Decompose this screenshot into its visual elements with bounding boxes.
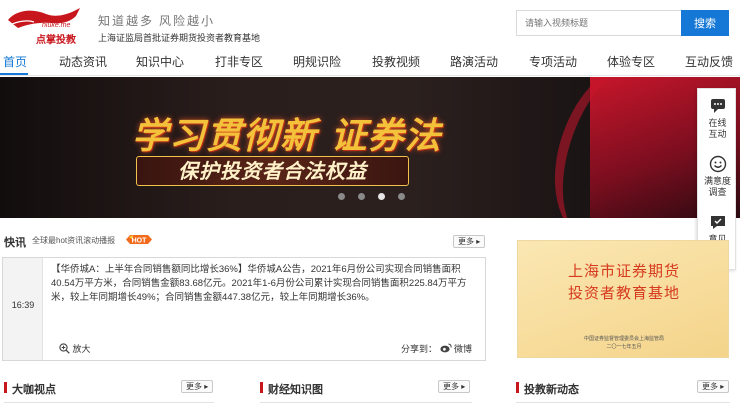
logo-brand-name: 点掌投教: [36, 35, 76, 46]
share-weibo-button[interactable]: 微博: [439, 343, 473, 354]
hot-badge-icon: HOT: [126, 235, 152, 244]
carousel-dot-2[interactable]: [358, 193, 365, 200]
weibo-icon: [439, 343, 452, 353]
smiley-icon: [709, 155, 726, 173]
news-zoom-label: 放大: [72, 344, 91, 354]
main-nav: 首页 动态资讯 知识中心 打非专区 明规识险 投教视频 路演活动 专项活动 体验…: [0, 48, 740, 76]
logo-site-text: niuke.me: [42, 22, 71, 29]
feedback-icon: [710, 216, 725, 229]
site-logo[interactable]: niuke.me 点掌投教: [6, 6, 84, 46]
flash-more-button[interactable]: 更多 ▸: [453, 235, 486, 248]
section-divider: [516, 402, 730, 403]
news-time-column: 16:39: [3, 258, 43, 360]
flash-news-desc: 全球最hot资讯滚动播报: [32, 236, 116, 245]
banner-title: 学习贯彻新 证券法: [132, 116, 442, 157]
section-more-label: 更多: [443, 382, 459, 391]
banner-subtitle: 保护投资者合法权益: [136, 156, 409, 186]
base-card-title: 上海市证券期货 投资者教育基地: [518, 261, 730, 305]
hero-banner[interactable]: 学习贯彻新 证券法 保护投资者合法权益: [0, 77, 740, 218]
nav-item-experience[interactable]: 体验专区: [607, 53, 655, 70]
section-more-label: 更多: [186, 382, 202, 391]
news-share: 分享到： 微博: [401, 342, 472, 355]
base-card-line1: 上海市证券期货: [567, 264, 680, 280]
section-divider: [260, 402, 472, 403]
flash-more-label: 更多: [458, 237, 474, 246]
nav-item-anti-fraud[interactable]: 打非专区: [215, 53, 263, 70]
nav-item-videos[interactable]: 投教视频: [372, 53, 420, 70]
section-marker: [4, 382, 7, 393]
zoom-in-icon: [59, 343, 70, 354]
news-zoom-button[interactable]: 放大: [59, 342, 91, 355]
news-time: 16:39: [11, 300, 35, 310]
side-item-survey-line1: 满意度: [703, 176, 731, 186]
section-title-expert-views: 大咖视点: [12, 384, 56, 396]
more-arrow-icon: ▸: [474, 237, 481, 246]
share-weibo-label: 微博: [454, 344, 473, 354]
nav-item-risk[interactable]: 明规识险: [293, 53, 341, 70]
side-item-online-chat-line2: 互动: [708, 129, 727, 139]
nav-item-special[interactable]: 专项活动: [529, 53, 577, 70]
carousel-dot-3[interactable]: [378, 193, 385, 200]
base-card-date: 二〇一七年五月: [606, 344, 642, 350]
section-more-label: 更多: [702, 382, 718, 391]
more-arrow-icon: ▸: [459, 382, 466, 391]
search-button[interactable]: 搜索: [681, 10, 729, 36]
section-more-button-expert-views[interactable]: 更多 ▸: [181, 380, 214, 393]
news-text: 【华侨城A：上半年合同销售额同比增长36%】华侨城A公告，2021年6月份公司实…: [51, 264, 467, 303]
section-title-finance-charts: 财经知识图: [268, 384, 323, 396]
section-title-edu-news: 投教新动态: [524, 384, 579, 396]
base-card-line2: 投资者教育基地: [567, 286, 680, 302]
side-item-online-chat-line1: 在线: [708, 118, 727, 128]
share-label: 分享到：: [401, 344, 438, 354]
site-slogan: 知道越多 风险越小: [98, 14, 216, 28]
education-base-card[interactable]: 上海市证券期货 投资者教育基地 中国证券监督管理委员会上海监管局 二〇一七年五月: [517, 240, 729, 358]
site-subtitle: 上海证监局首批证券期货投资者教育基地: [98, 33, 261, 43]
flash-news-label: 快讯: [4, 237, 26, 249]
nav-item-knowledge[interactable]: 知识中心: [136, 53, 184, 70]
section-more-button-edu-news[interactable]: 更多 ▸: [697, 380, 730, 393]
section-marker: [260, 382, 263, 393]
nav-item-home[interactable]: 首页: [3, 53, 27, 70]
nav-item-news[interactable]: 动态资讯: [59, 53, 107, 70]
side-item-survey-line2: 调查: [708, 187, 727, 197]
base-card-org: 中国证券监督管理委员会上海监管局: [583, 336, 664, 342]
side-item-survey[interactable]: 满意度 调查: [698, 155, 737, 198]
section-more-button-finance-charts[interactable]: 更多 ▸: [438, 380, 471, 393]
carousel-dot-4[interactable]: [398, 193, 405, 200]
section-divider: [4, 402, 214, 403]
nav-item-feedback[interactable]: 互动反馈: [685, 53, 733, 70]
side-item-online-chat[interactable]: 在线 互动: [698, 97, 737, 140]
more-arrow-icon: ▸: [202, 382, 209, 391]
more-arrow-icon: ▸: [718, 382, 725, 391]
nav-item-roadshow[interactable]: 路演活动: [450, 53, 498, 70]
carousel-dot-1[interactable]: [338, 193, 345, 200]
site-header: niuke.me 点掌投教 知道越多 风险越小 上海证监局首批证券期货投资者教育…: [0, 0, 740, 48]
svg-text:HOT: HOT: [132, 237, 148, 244]
flash-news-card: 16:39 【华侨城A：上半年合同销售额同比增长36%】华侨城A公告，2021年…: [2, 257, 486, 361]
search-input[interactable]: [516, 10, 681, 36]
chat-icon: [710, 99, 725, 113]
nav-active-indicator: [0, 73, 28, 75]
section-marker: [516, 382, 519, 393]
